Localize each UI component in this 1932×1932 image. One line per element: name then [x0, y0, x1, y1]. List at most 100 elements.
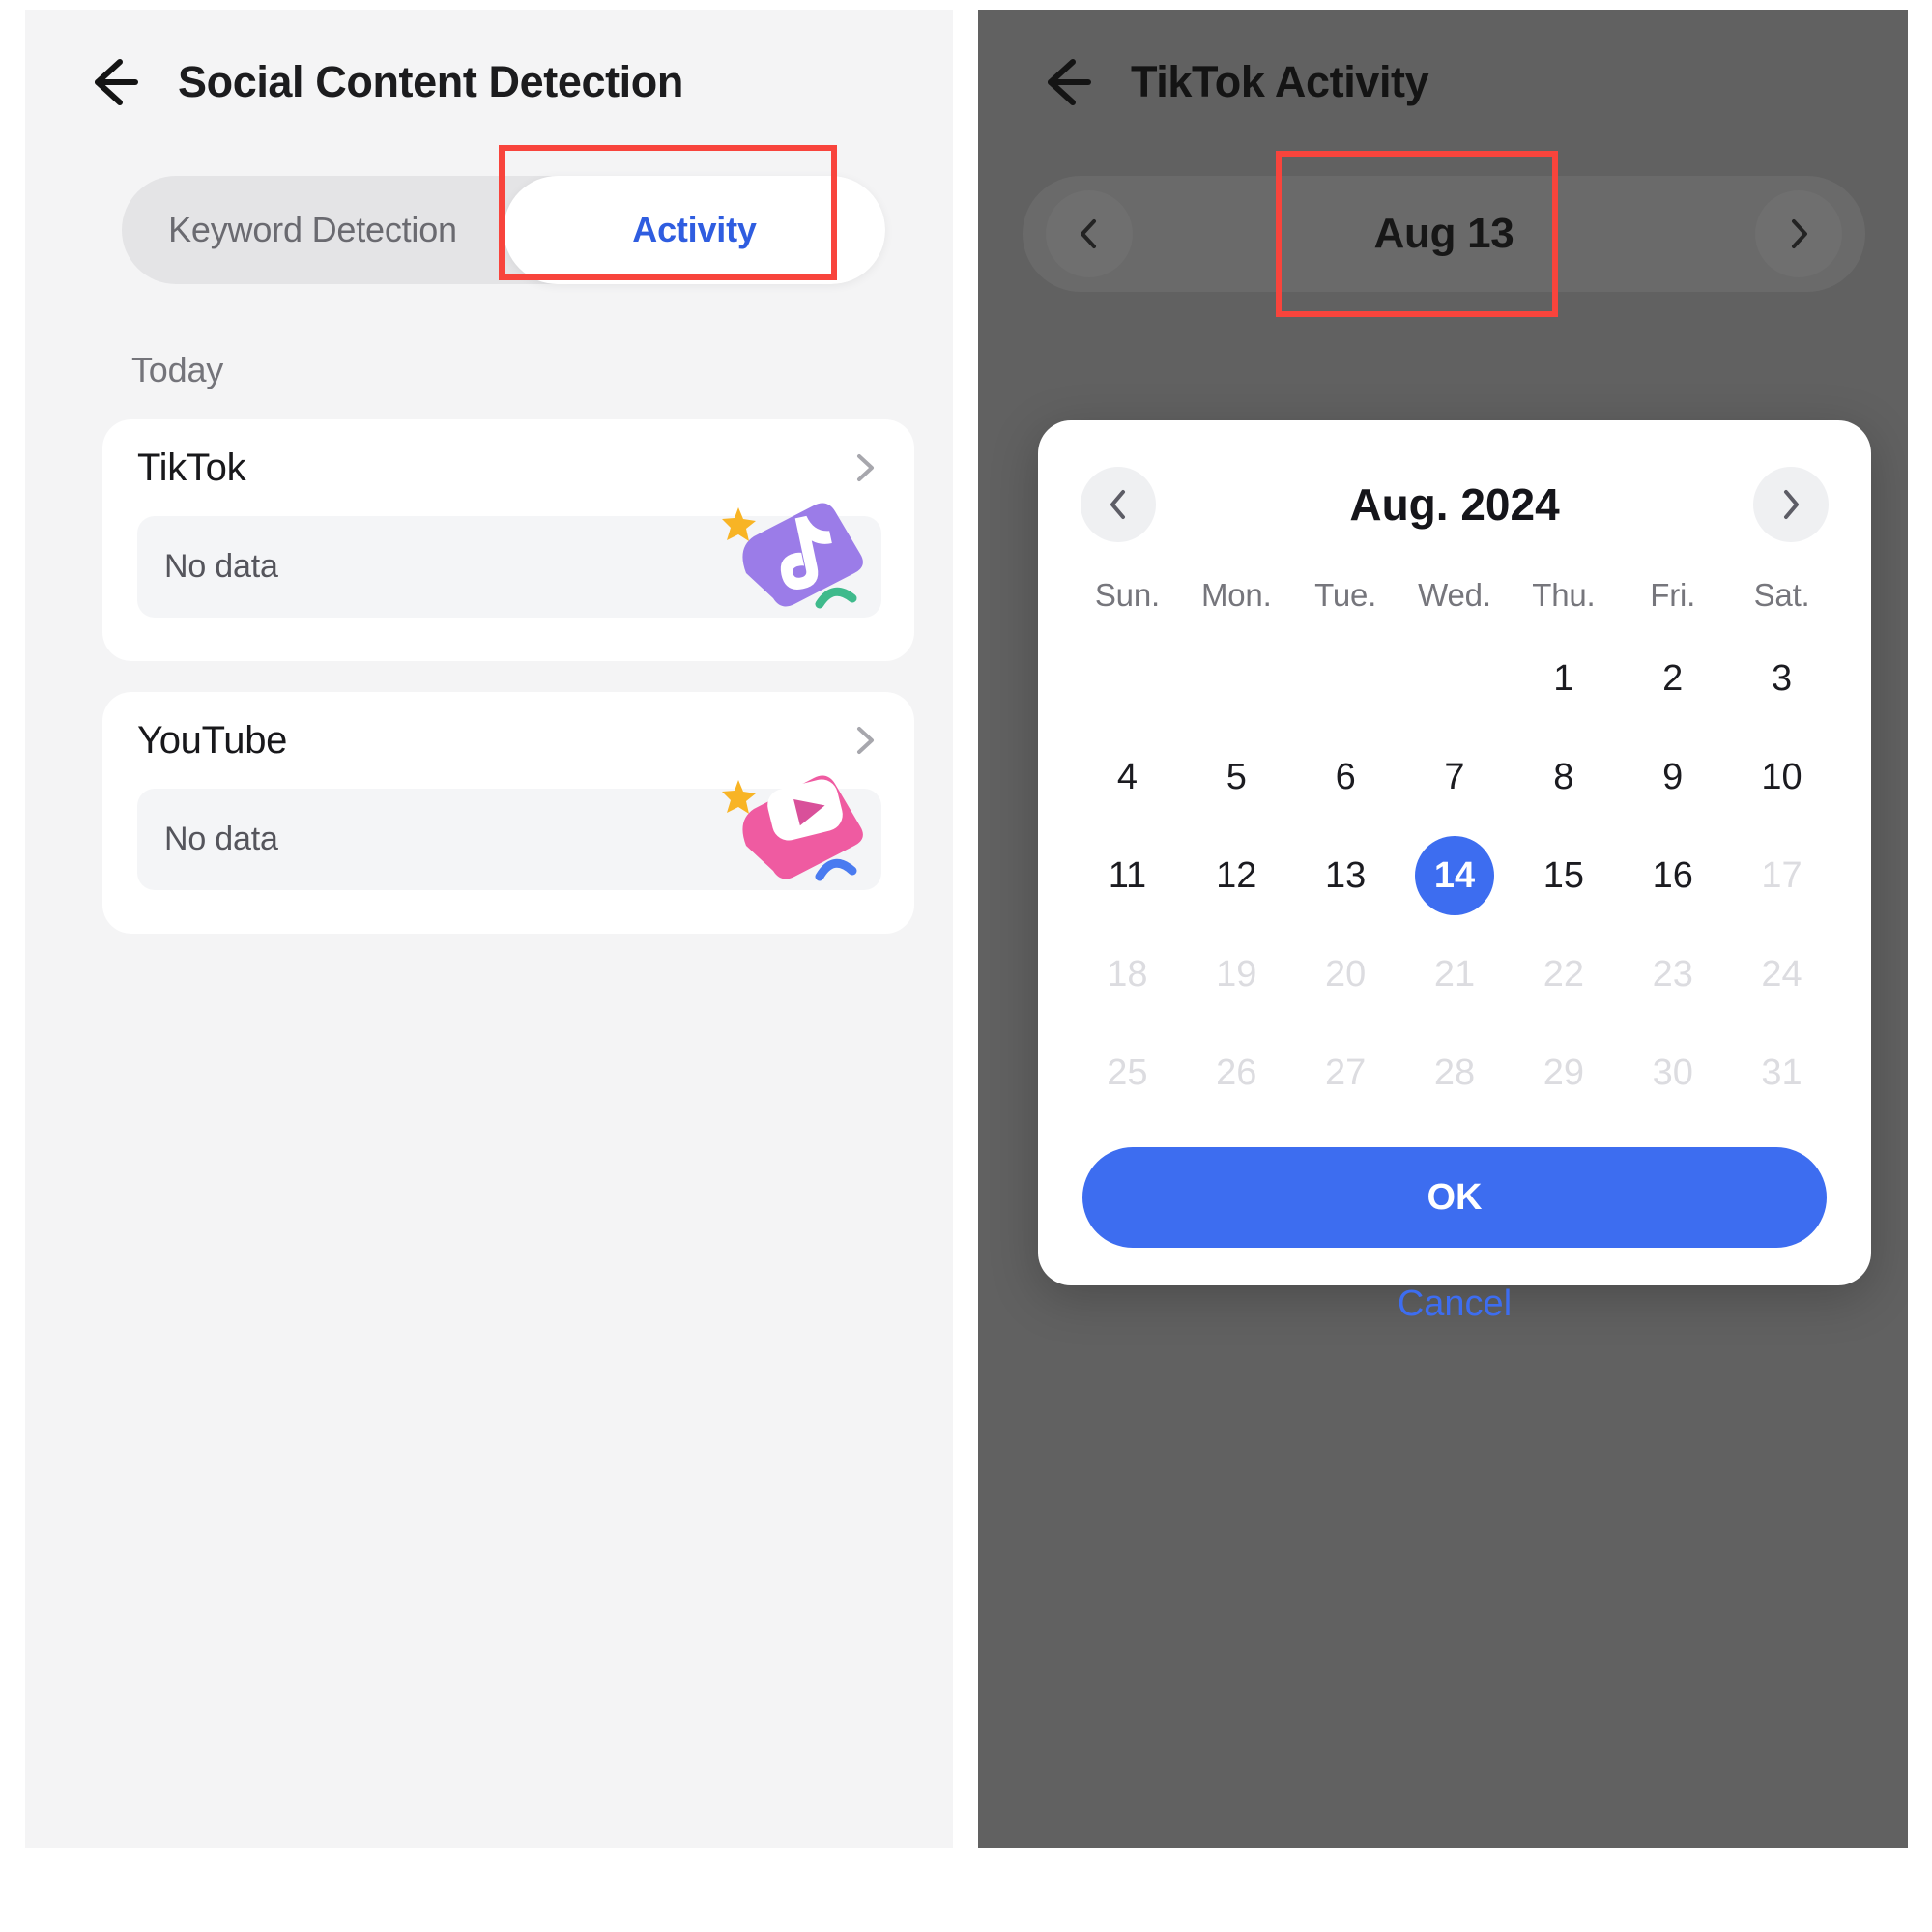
weekday-label: Sat. [1753, 577, 1810, 613]
calendar-weekday-header: Sun. Mon. Tue. Wed. Thu. Fri. Sat. [1038, 577, 1871, 614]
calendar-day-label: 22 [1543, 953, 1584, 995]
calendar-day-empty [1182, 631, 1291, 726]
calendar-day[interactable]: 14 [1400, 828, 1510, 923]
calendar-day[interactable]: 1 [1509, 631, 1618, 726]
tab-keyword-detection[interactable]: Keyword Detection [122, 176, 504, 284]
calendar-day[interactable]: 6 [1291, 730, 1400, 824]
calendar-day-label: 2 [1662, 657, 1684, 699]
calendar-day-label: 6 [1335, 756, 1356, 797]
chevron-right-icon[interactable] [849, 724, 881, 757]
weekday-label: Mon. [1200, 577, 1272, 613]
calendar-day[interactable]: 10 [1727, 730, 1836, 824]
prev-month-button[interactable] [1081, 467, 1156, 542]
next-day-button[interactable] [1755, 190, 1842, 277]
chevron-right-icon [1792, 219, 1807, 248]
calendar-day: 31 [1727, 1025, 1836, 1120]
calendar-day-label: 23 [1652, 953, 1693, 995]
card-tiktok-status-row: No data [137, 503, 881, 618]
calendar-day[interactable]: 4 [1073, 730, 1182, 824]
cancel-button[interactable]: Cancel [1082, 1275, 1827, 1333]
calendar-day-label: 7 [1444, 756, 1465, 797]
current-date-label[interactable]: Aug 13 [1374, 210, 1514, 258]
calendar-day-label: 19 [1216, 953, 1257, 995]
back-arrow-icon[interactable] [81, 52, 141, 112]
date-picker-dialog: Aug. 2024 Sun. Mon. Tue. Wed. Thu. Fri. … [1038, 420, 1871, 1324]
calendar-day-label: 10 [1761, 756, 1802, 797]
tab-activity[interactable]: Activity [504, 176, 885, 284]
card-youtube-title: YouTube [137, 718, 288, 762]
calendar-day[interactable]: 11 [1073, 828, 1182, 923]
calendar-day-label: 9 [1662, 756, 1684, 797]
calendar-day: 23 [1618, 927, 1727, 1022]
left-app-bar: Social Content Detection [25, 10, 953, 155]
calendar-week-row: 18 19 20 21 22 23 24 [1038, 927, 1871, 1022]
card-youtube-header: YouTube [102, 692, 914, 789]
prev-day-button[interactable] [1046, 190, 1133, 277]
calendar-day-label: 3 [1771, 657, 1793, 699]
card-tiktok-status: No data [164, 548, 278, 585]
calendar-day-label: 11 [1108, 854, 1147, 896]
calendar-day: 21 [1400, 927, 1510, 1022]
calendar-day-empty [1291, 631, 1400, 726]
calendar-day[interactable]: 3 [1727, 631, 1836, 726]
section-header-today: Today [131, 350, 224, 389]
calendar-day: 24 [1727, 927, 1836, 1022]
card-youtube-status: No data [164, 821, 278, 857]
calendar-grid: 1 2 3 4 5 6 7 8 9 10 11 12 13 14 15 16 17 18 19 20 21 22 23 24 2… [1038, 631, 1871, 1120]
calendar-day[interactable]: 5 [1182, 730, 1291, 824]
page-title: TikTok Activity [1131, 57, 1429, 106]
card-youtube-status-row: No data [137, 775, 881, 890]
calendar-day-label: 1 [1553, 657, 1574, 699]
calendar-day[interactable]: 13 [1291, 828, 1400, 923]
next-month-button[interactable] [1753, 467, 1829, 542]
calendar-day[interactable]: 15 [1509, 828, 1618, 923]
calendar-day[interactable]: 8 [1509, 730, 1618, 824]
tab-group: Keyword Detection Activity [122, 145, 885, 284]
calendar-day-label: 25 [1107, 1052, 1148, 1093]
calendar-day[interactable]: 12 [1182, 828, 1291, 923]
calendar-day[interactable]: 2 [1618, 631, 1727, 726]
calendar-day-empty [1400, 631, 1510, 726]
calendar-day[interactable]: 9 [1618, 730, 1727, 824]
calendar-day-label: 31 [1761, 1052, 1802, 1093]
card-tiktok-header: TikTok [102, 419, 914, 516]
chevron-left-icon [1081, 219, 1096, 248]
calendar-day[interactable]: 7 [1400, 730, 1510, 824]
calendar-day: 30 [1618, 1025, 1727, 1120]
calendar-day-label: 15 [1543, 854, 1584, 896]
segmented-control: Keyword Detection Activity [122, 176, 885, 284]
calendar-day-label: 4 [1116, 756, 1138, 797]
calendar-day-label: 24 [1761, 953, 1802, 995]
calendar-month-year: Aug. 2024 [1349, 479, 1560, 530]
calendar-day-label: 28 [1433, 1052, 1476, 1093]
card-youtube[interactable]: YouTube No data [102, 692, 914, 934]
calendar-day-label: 8 [1553, 756, 1574, 797]
right-phone-screen: TikTok Activity Aug 13 Aug. 2024 Sun. Mo… [978, 10, 1908, 1848]
calendar-day-label: 5 [1226, 756, 1247, 797]
ok-button[interactable]: OK [1082, 1147, 1827, 1248]
card-tiktok-title: TikTok [137, 446, 246, 489]
calendar-day: 22 [1509, 927, 1618, 1022]
tab-keyword-detection-label: Keyword Detection [168, 210, 457, 249]
calendar-day-label: 26 [1216, 1052, 1257, 1093]
calendar-day: 29 [1509, 1025, 1618, 1120]
left-phone-screen: Social Content Detection Keyword Detecti… [25, 10, 953, 1848]
calendar-week-row: 4 5 6 7 8 9 10 [1038, 730, 1871, 824]
chevron-right-icon[interactable] [849, 451, 881, 484]
calendar-week-row: 1 2 3 [1038, 631, 1871, 726]
card-tiktok[interactable]: TikTok No data [102, 419, 914, 661]
calendar-day-label: 21 [1433, 953, 1476, 995]
calendar-day-label: 16 [1652, 854, 1693, 896]
calendar-day[interactable]: 16 [1618, 828, 1727, 923]
back-arrow-icon[interactable] [1034, 52, 1094, 112]
calendar-day-label: 30 [1652, 1052, 1693, 1093]
calendar-day: 25 [1073, 1025, 1182, 1120]
weekday-label: Thu. [1532, 577, 1596, 613]
right-app-bar: TikTok Activity [978, 10, 1908, 155]
weekday-label: Sun. [1094, 577, 1160, 613]
chevron-right-icon [1784, 490, 1799, 519]
dual-screenshot-canvas: Social Content Detection Keyword Detecti… [0, 0, 1932, 1932]
calendar-day-label: 14 [1414, 836, 1494, 915]
calendar-day-label: 27 [1324, 1052, 1367, 1093]
calendar-day-label: 18 [1107, 953, 1148, 995]
